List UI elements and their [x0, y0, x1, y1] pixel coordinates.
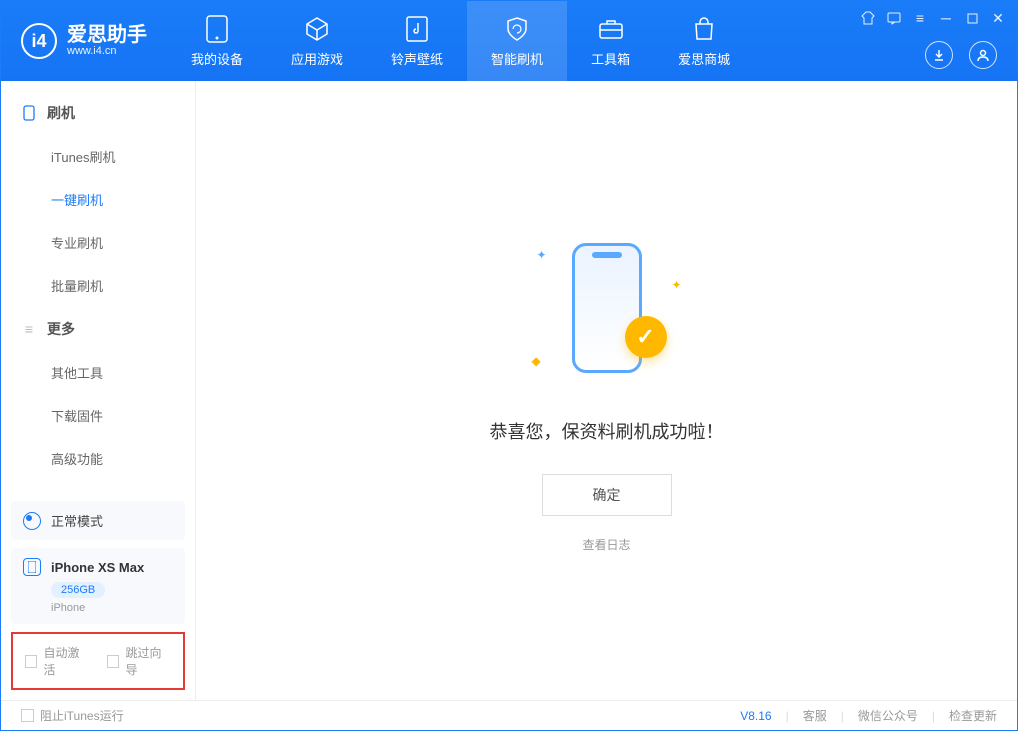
- close-button[interactable]: ✕: [989, 9, 1007, 27]
- sidebar-item-pro-flash[interactable]: 专业刷机: [1, 221, 195, 264]
- view-log-link[interactable]: 查看日志: [582, 536, 630, 553]
- sparkle-icon: ✦: [671, 278, 681, 292]
- app-header: i4 爱思助手 www.i4.cn 我的设备 应用游戏 铃声壁纸 智能刷机 工具…: [1, 1, 1017, 81]
- checkbox-icon: [25, 655, 37, 668]
- device-name: iPhone XS Max: [51, 560, 144, 575]
- success-illustration: ✦ ✦ ◆ ✓: [527, 228, 687, 388]
- app-url: www.i4.cn: [67, 45, 147, 57]
- tab-smart-flash[interactable]: 智能刷机: [467, 1, 567, 81]
- sidebar-item-advanced[interactable]: 高级功能: [1, 437, 195, 480]
- sidebar-item-batch-flash[interactable]: 批量刷机: [1, 264, 195, 307]
- phone-illustration-icon: [572, 243, 642, 373]
- sidebar-section-more: ≡ 更多: [1, 307, 195, 351]
- logo-area: i4 爱思助手 www.i4.cn: [1, 23, 167, 59]
- list-icon: ≡: [21, 321, 37, 337]
- device-storage-badge: 256GB: [51, 582, 105, 598]
- phone-icon: [21, 105, 37, 121]
- success-message: 恭喜您，保资料刷机成功啦！: [490, 418, 724, 444]
- nav-tabs: 我的设备 应用游戏 铃声壁纸 智能刷机 工具箱 爱思商城: [167, 1, 754, 81]
- footer-link-update[interactable]: 检查更新: [949, 707, 997, 724]
- sidebar-item-itunes-flash[interactable]: iTunes刷机: [1, 135, 195, 178]
- minimize-button[interactable]: ─: [937, 9, 955, 27]
- download-icon[interactable]: [925, 41, 953, 69]
- sidebar-item-download-firmware[interactable]: 下载固件: [1, 394, 195, 437]
- tab-toolbox[interactable]: 工具箱: [567, 1, 654, 81]
- tab-ringtone-wallpaper[interactable]: 铃声壁纸: [367, 1, 467, 81]
- tab-apps-games[interactable]: 应用游戏: [267, 1, 367, 81]
- app-title: 爱思助手: [67, 25, 147, 45]
- ok-button[interactable]: 确定: [542, 474, 672, 516]
- flash-options-highlighted: 自动激活 跳过向导: [11, 632, 185, 690]
- device-phone-icon: [23, 558, 41, 576]
- status-label: 正常模式: [51, 511, 103, 530]
- tab-label: 铃声壁纸: [391, 49, 443, 68]
- tab-my-device[interactable]: 我的设备: [167, 1, 267, 81]
- cube-icon: [303, 15, 331, 43]
- sidebar-item-oneclick-flash[interactable]: 一键刷机: [1, 178, 195, 221]
- checkbox-icon: [21, 709, 34, 722]
- device-info-card[interactable]: iPhone XS Max 256GB iPhone: [11, 548, 185, 624]
- checkbox-skip-wizard[interactable]: 跳过向导: [107, 644, 171, 678]
- status-bar: 阻止iTunes运行 V8.16 | 客服 | 微信公众号 | 检查更新: [1, 700, 1017, 730]
- tab-label: 智能刷机: [491, 49, 543, 68]
- music-file-icon: [403, 15, 431, 43]
- toolbox-icon: [597, 15, 625, 43]
- tab-label: 爱思商城: [678, 49, 730, 68]
- menu-icon[interactable]: ≡: [911, 9, 929, 27]
- tab-label: 应用游戏: [291, 49, 343, 68]
- tshirt-icon[interactable]: [859, 9, 877, 27]
- shopping-bag-icon: [690, 15, 718, 43]
- tab-label: 我的设备: [191, 49, 243, 68]
- user-icon[interactable]: [969, 41, 997, 69]
- app-logo-icon: i4: [21, 23, 57, 59]
- device-type: iPhone: [51, 602, 173, 614]
- maximize-button[interactable]: [963, 9, 981, 27]
- sidebar-item-other-tools[interactable]: 其他工具: [1, 351, 195, 394]
- checkbox-stop-itunes[interactable]: 阻止iTunes运行: [21, 707, 124, 724]
- shield-sync-icon: [503, 15, 531, 43]
- window-controls: ≡ ─ ✕: [859, 9, 1007, 27]
- sidebar-section-flash: 刷机: [1, 91, 195, 135]
- checkbox-auto-activate[interactable]: 自动激活: [25, 644, 89, 678]
- version-label: V8.16: [740, 709, 771, 723]
- sidebar: 刷机 iTunes刷机 一键刷机 专业刷机 批量刷机 ≡ 更多 其他工具 下载固…: [1, 81, 196, 700]
- footer-link-wechat[interactable]: 微信公众号: [858, 707, 918, 724]
- sparkle-icon: ✦: [537, 248, 547, 262]
- sparkle-icon: ◆: [532, 354, 541, 368]
- status-indicator-icon: [23, 512, 41, 530]
- tab-store[interactable]: 爱思商城: [654, 1, 754, 81]
- main-content: ✦ ✦ ◆ ✓ 恭喜您，保资料刷机成功啦！ 确定 查看日志: [196, 81, 1017, 700]
- checkmark-badge-icon: ✓: [625, 316, 667, 358]
- header-action-icons: [925, 41, 997, 69]
- feedback-icon[interactable]: [885, 9, 903, 27]
- checkbox-icon: [107, 655, 119, 668]
- device-status-card[interactable]: 正常模式: [11, 501, 185, 540]
- tab-label: 工具箱: [591, 49, 630, 68]
- footer-link-support[interactable]: 客服: [803, 707, 827, 724]
- device-icon: [203, 15, 231, 43]
